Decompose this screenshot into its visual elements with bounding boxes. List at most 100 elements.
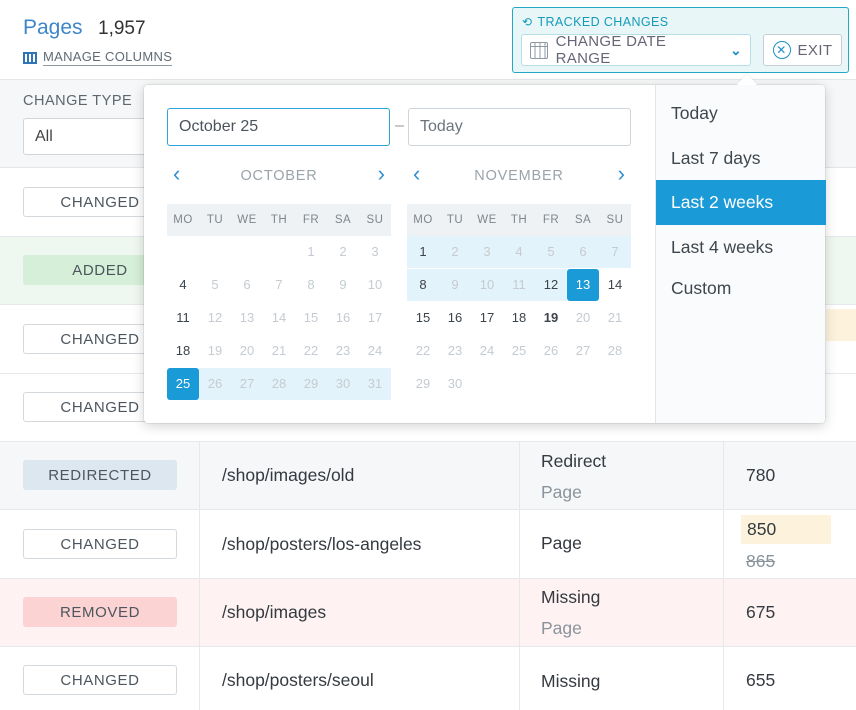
calendar-day: 31 (359, 368, 391, 400)
calendar-day: 2 (339, 244, 347, 259)
calendar-day[interactable]: 19 (535, 302, 567, 334)
preset-last-7-days[interactable]: Last 7 days (656, 136, 826, 181)
table-row[interactable]: CHANGED /shop/posters/los-angeles Page 8… (0, 510, 856, 579)
calendar-day: 3 (371, 244, 379, 259)
weekday-header: MO TU WE TH FR SA SU (407, 204, 631, 236)
calendar-day[interactable]: 18 (167, 335, 199, 367)
calendar-day: 21 (607, 310, 623, 325)
calendar-day: 30 (327, 368, 359, 400)
weekday-label: FR (542, 214, 560, 226)
calendar-day: 27 (231, 368, 263, 400)
change-date-range-button[interactable]: CHANGE DATE RANGE ⌄ (521, 33, 751, 67)
column-divider (519, 647, 520, 710)
page-type: Missing Page (541, 587, 601, 638)
depth-value: 675 (746, 602, 776, 622)
weekday-label: SU (606, 214, 624, 226)
page-path[interactable]: /shop/posters/seoul (222, 670, 374, 691)
calendar-day: 5 (211, 277, 219, 292)
calendar-day: 22 (303, 343, 319, 358)
weekday-label: MO (173, 214, 193, 226)
calendar-day: 2 (439, 236, 471, 268)
depth-value: 655 (746, 670, 776, 690)
calendar-day: 20 (575, 310, 591, 325)
calendar-day: 7 (275, 277, 283, 292)
calendar-day: 8 (307, 277, 315, 292)
calendar-day: 29 (415, 376, 431, 391)
tracked-changes-label: ⟲ TRACKED CHANGES (522, 15, 669, 29)
weekday-label: TU (206, 214, 224, 226)
exit-button[interactable]: ✕ EXIT (763, 34, 842, 66)
history-icon: ⟲ (522, 15, 533, 29)
calendar-day: 24 (367, 343, 383, 358)
column-divider (519, 442, 520, 509)
next-month-chevron-icon[interactable]: › (618, 163, 625, 185)
weekday-label: TH (510, 214, 528, 226)
calendar-month-label: OCTOBER (240, 168, 318, 184)
depth-value: 780 (746, 465, 776, 485)
preset-last-4-weeks[interactable]: Last 4 weeks (656, 225, 826, 270)
weekday-label: SA (334, 214, 352, 226)
status-badge: REMOVED (23, 597, 177, 627)
range-dash: – (395, 117, 404, 134)
calendar-day: 10 (367, 277, 383, 292)
table-row[interactable]: REMOVED /shop/images Missing Page 675 (0, 579, 856, 647)
preset-today[interactable]: Today (656, 91, 826, 136)
start-date-input[interactable]: October 25 (167, 108, 390, 146)
next-month-chevron-icon[interactable]: › (378, 163, 385, 185)
calendar-day[interactable]: 4 (167, 269, 199, 301)
column-divider (723, 647, 724, 710)
weekday-label: TU (446, 214, 464, 226)
depth-highlight (826, 309, 856, 341)
page-path[interactable]: /shop/posters/los-angeles (222, 534, 421, 555)
calendar-day: 30 (447, 376, 463, 391)
calendar-day[interactable]: 11 (167, 302, 199, 334)
preset-last-2-weeks[interactable]: Last 2 weeks (656, 180, 826, 225)
calendar-day: 9 (439, 269, 471, 301)
calendar-day[interactable]: 13 (567, 269, 599, 301)
end-date-input[interactable]: Today (408, 108, 631, 146)
page-path[interactable]: /shop/images (222, 602, 326, 623)
calendar-day: 23 (335, 343, 351, 358)
page-type: Page (541, 533, 582, 553)
calendar-day[interactable]: 1 (407, 236, 439, 268)
calendar-day: 9 (339, 277, 347, 292)
calendar-day: 3 (471, 236, 503, 268)
page-type: Redirect Page (541, 451, 607, 502)
calendar-day: 20 (239, 343, 255, 358)
calendar-day: 27 (575, 343, 591, 358)
calendar-day: 29 (295, 368, 327, 400)
change-date-range-label: CHANGE DATE RANGE (555, 33, 667, 67)
calendar-day: 6 (567, 236, 599, 268)
status-badge: CHANGED (23, 529, 177, 559)
calendar-icon (530, 41, 548, 59)
calendar-october: ‹ OCTOBER › MO TU WE TH FR SA SU 1 2 3 4 5 6 7 8 9 10 11… (167, 163, 391, 400)
calendar-day: 16 (335, 310, 351, 325)
calendar-day: 24 (479, 343, 495, 358)
column-divider (519, 510, 520, 578)
calendar-day: 19 (207, 343, 223, 358)
weekday-label: SU (366, 214, 384, 226)
page-path[interactable]: /shop/images/old (222, 465, 354, 486)
column-divider (723, 579, 724, 646)
column-divider (199, 647, 200, 710)
calendar-day[interactable]: 15 (407, 302, 439, 334)
calendar-day[interactable]: 18 (503, 302, 535, 334)
calendar-day: 22 (415, 343, 431, 358)
columns-icon (23, 51, 37, 64)
calendar-day[interactable]: 8 (407, 269, 439, 301)
calendar-day: 28 (607, 343, 623, 358)
table-row[interactable]: CHANGED /shop/posters/seoul Missing 655 (0, 647, 856, 710)
calendar-day[interactable]: 17 (471, 302, 503, 334)
table-row[interactable]: REDIRECTED /shop/images/old Redirect Pag… (0, 442, 856, 510)
depth-old-value: 865 (746, 551, 776, 571)
calendar-day[interactable]: 14 (599, 269, 631, 301)
manage-columns-link[interactable]: MANAGE COLUMNS (23, 49, 173, 66)
calendar-day: 12 (207, 310, 223, 325)
calendar-day[interactable]: 16 (439, 302, 471, 334)
weekday-label: FR (302, 214, 320, 226)
calendar-day: 26 (199, 368, 231, 400)
preset-custom[interactable]: Custom (656, 266, 826, 311)
calendar-day[interactable]: 12 (535, 269, 567, 301)
calendar-day[interactable]: 25 (167, 368, 199, 400)
weekday-label: SA (574, 214, 592, 226)
